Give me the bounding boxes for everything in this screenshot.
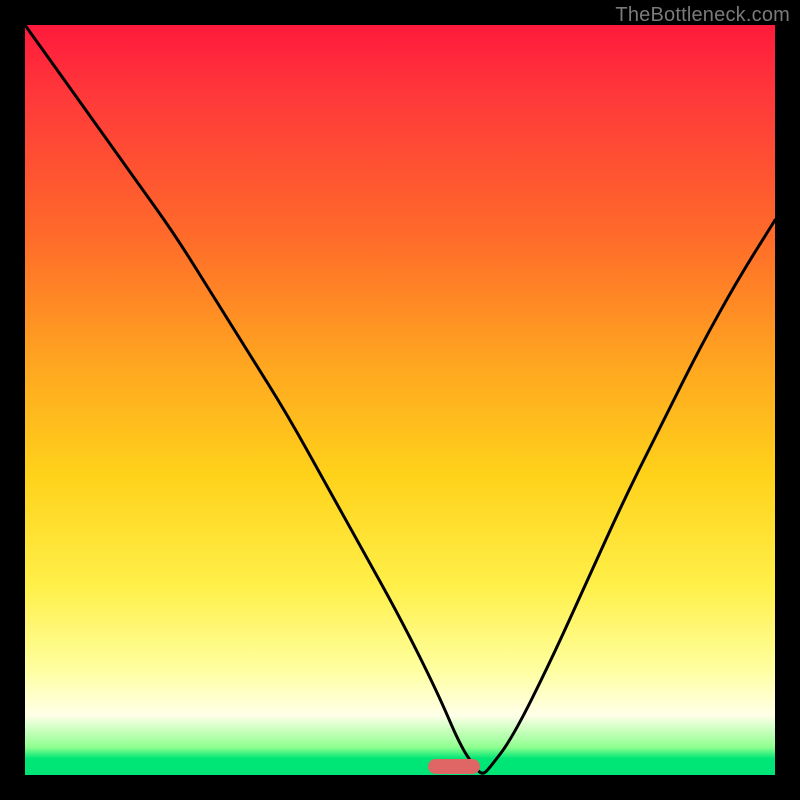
watermark-text: TheBottleneck.com bbox=[615, 4, 790, 27]
bottleneck-curve bbox=[25, 25, 775, 775]
optimal-marker bbox=[428, 759, 480, 774]
chart-frame: TheBottleneck.com bbox=[0, 0, 800, 800]
